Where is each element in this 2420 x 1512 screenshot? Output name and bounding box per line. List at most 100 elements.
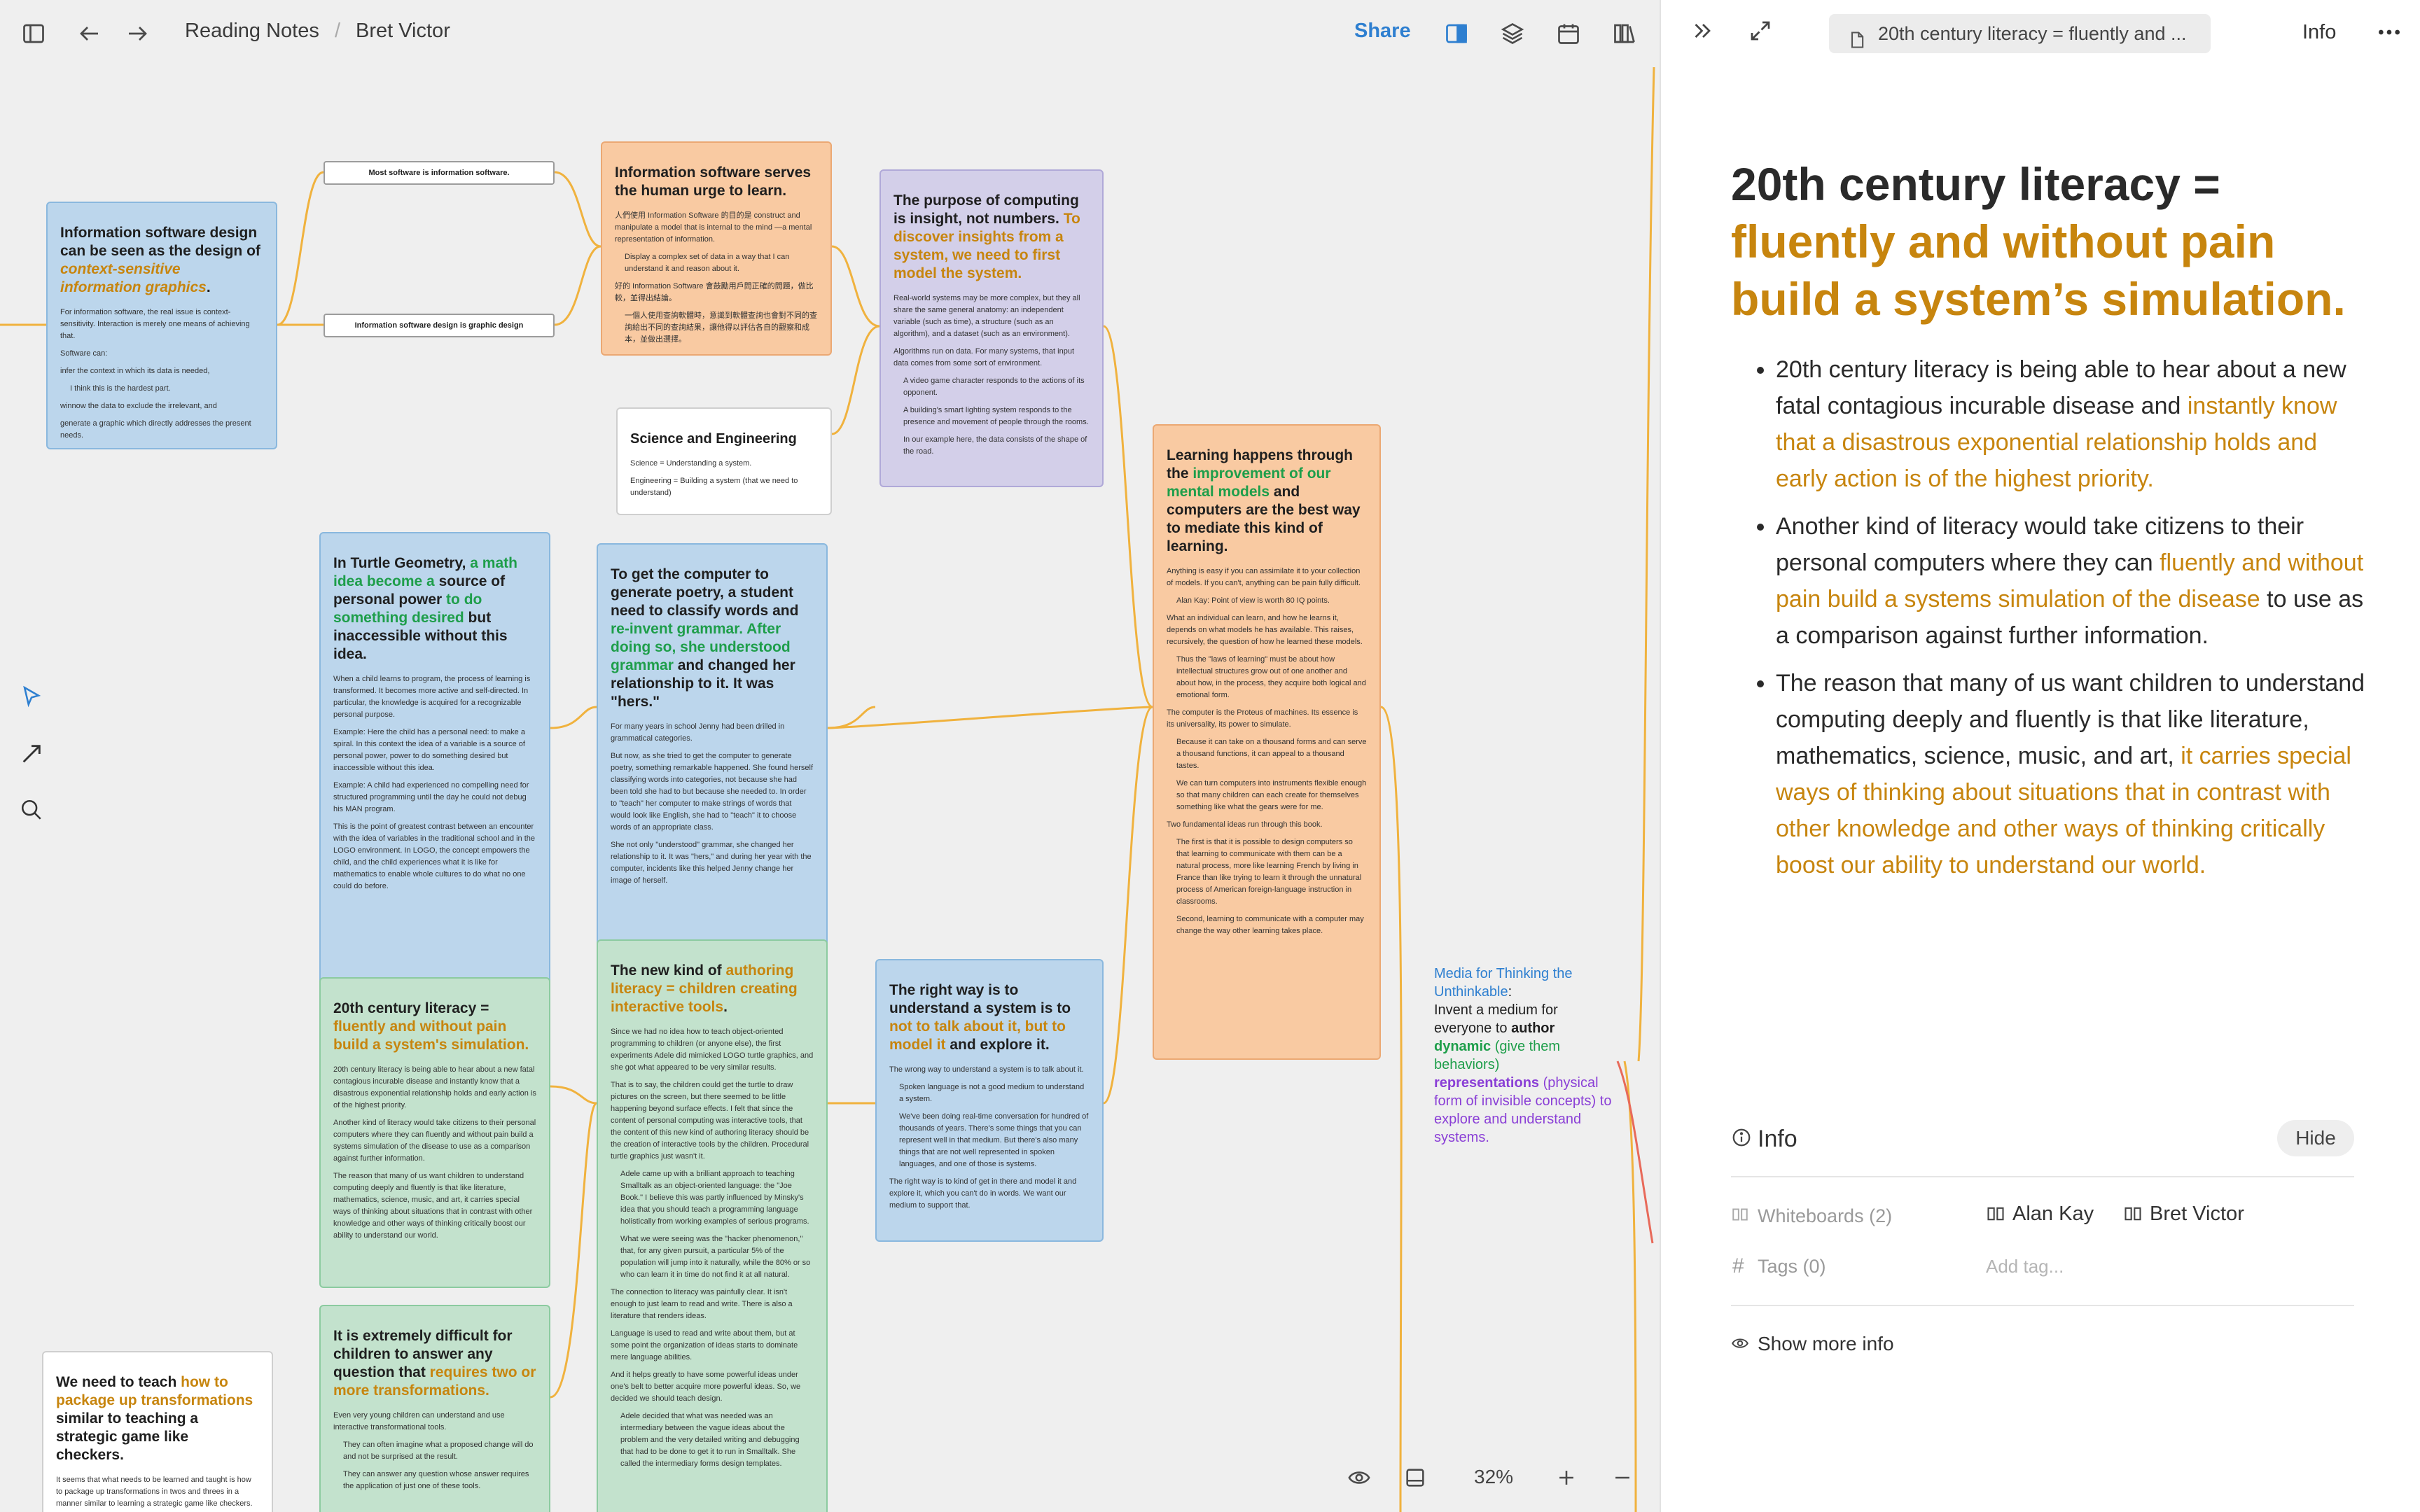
search-icon[interactable] — [20, 798, 43, 825]
divider — [1731, 1305, 2354, 1306]
forward-arrow-icon[interactable] — [122, 18, 153, 49]
card-title: The purpose of computing is insight, not… — [893, 192, 1090, 283]
card-bullet: generate a graphic which directly addres… — [60, 419, 251, 440]
card-bullet: I think this is the hardest part. — [70, 384, 171, 393]
connector-line — [831, 245, 880, 328]
eye-icon[interactable] — [1347, 1466, 1375, 1494]
bullet-item[interactable]: The reason that many of us want children… — [1776, 665, 2375, 883]
document-tab[interactable]: 20th century literacy = fluently and ... — [1829, 14, 2211, 53]
whiteboard-chip-label: Bret Victor — [2150, 1203, 2244, 1225]
hide-button[interactable]: Hide — [2277, 1120, 2354, 1156]
card-right-way[interactable]: The right way is to understand a system … — [875, 959, 1104, 1242]
media-link[interactable]: Media for Thinking the Unthinkable — [1434, 966, 1573, 1000]
card-learning[interactable]: Learning happens through the improvement… — [1153, 424, 1381, 1060]
card-info-design[interactable]: Information software design can be seen … — [46, 202, 277, 449]
media-text: author — [1511, 1021, 1555, 1036]
card-text: The wrong way to understand a system is … — [889, 1065, 1084, 1074]
card-title: Learning happens through the improvement… — [1167, 447, 1367, 556]
card-authoring-literacy[interactable]: The new kind of authoring literacy = chi… — [597, 939, 828, 1512]
card-human-urge[interactable]: Information software serves the human ur… — [601, 141, 832, 356]
card-package-transformations[interactable]: We need to teach how to package up trans… — [42, 1351, 273, 1512]
card-poetry[interactable]: To get the computer to generate poetry, … — [597, 543, 828, 981]
zoom-in-icon[interactable] — [1555, 1466, 1583, 1494]
card-science-engineering[interactable]: Science and Engineering Science = Unders… — [616, 407, 832, 515]
card-purpose-computing[interactable]: The purpose of computing is insight, not… — [879, 169, 1104, 487]
select-tool-icon[interactable] — [20, 685, 43, 712]
card-text: What we were seeing was the "hacker phen… — [620, 1235, 811, 1279]
share-button[interactable]: Share — [1354, 20, 1411, 43]
card-text: Science = Understanding a system. — [630, 459, 752, 468]
card-two-transformations[interactable]: It is extremely difficult for children t… — [319, 1305, 550, 1512]
pill-graphic-design[interactable]: Information software design is graphic d… — [324, 314, 555, 337]
breadcrumb-separator: / — [335, 20, 341, 42]
info-circle-icon — [1731, 1127, 1752, 1152]
card-turtle-geometry[interactable]: In Turtle Geometry, a math idea become a… — [319, 532, 550, 994]
card-title-part: similar to teaching a strategic game lik… — [56, 1410, 199, 1463]
calendar-icon[interactable] — [1553, 18, 1584, 49]
card-title-accent: context-sensitive information graphics — [60, 261, 207, 295]
card-title: 20th century literacy = fluently and wit… — [333, 1000, 536, 1054]
connector-tool-icon[interactable] — [20, 742, 43, 769]
zoom-level[interactable]: 32% — [1474, 1466, 1513, 1488]
pill-most-software[interactable]: Most software is information software. — [324, 161, 555, 185]
bullet-item[interactable]: Another kind of literacy would take citi… — [1776, 508, 2375, 654]
card-title-part: Information software design can be seen … — [60, 225, 260, 259]
card-title: Science and Engineering — [630, 431, 797, 447]
card-title-part: The new kind of — [611, 962, 726, 979]
card-text: Another kind of literacy would take citi… — [333, 1119, 536, 1163]
back-arrow-icon[interactable] — [74, 18, 105, 49]
card-text: In our example here, the data consists o… — [903, 435, 1087, 456]
card-title-part: To get the computer to generate poetry, … — [611, 566, 799, 619]
show-more-info-button[interactable]: Show more info — [1758, 1333, 1894, 1355]
card-text: Alan Kay: Point of view is worth 80 IQ p… — [1176, 596, 1330, 605]
whiteboard-canvas[interactable]: Information software design can be seen … — [0, 67, 1660, 1512]
document-tab-label: 20th century literacy = fluently and ... — [1878, 23, 2187, 44]
book-icon — [2125, 1207, 2141, 1221]
sidebar-toggle-icon[interactable] — [18, 18, 49, 49]
document-body: 20th century literacy is being able to h… — [1731, 351, 2375, 895]
fit-view-icon[interactable] — [1403, 1466, 1431, 1494]
card-title: The new kind of authoring literacy = chi… — [611, 962, 814, 1016]
card-literacy[interactable]: 20th century literacy = fluently and wit… — [319, 977, 550, 1288]
card-text: This is the point of greatest contrast b… — [333, 822, 536, 890]
add-tag-input[interactable]: Add tag... — [1986, 1256, 2064, 1278]
zoom-out-icon[interactable] — [1611, 1466, 1639, 1494]
card-text: Real-world systems may be more complex, … — [893, 294, 1080, 338]
whiteboard-chip[interactable]: Bret Victor — [2123, 1203, 2244, 1226]
card-text: The connection to literacy was painfully… — [611, 1288, 793, 1320]
card-text: 好的 Information Software 會鼓勵用戶問正確的問題，做比較，… — [615, 282, 814, 302]
card-text: We've been doing real-time conversation … — [899, 1112, 1089, 1168]
connector-line — [554, 245, 601, 326]
card-title-part: The purpose of computing is insight, not… — [893, 192, 1079, 227]
card-text: The computer is the Proteus of machines.… — [1167, 708, 1358, 729]
card-title: We need to teach how to package up trans… — [56, 1373, 259, 1464]
breadcrumb-notebook[interactable]: Reading Notes — [185, 20, 319, 43]
card-text: What an individual can learn, and how he… — [1167, 614, 1363, 646]
info-button[interactable]: Info — [2302, 21, 2336, 44]
card-text: Language is used to read and write about… — [611, 1329, 798, 1362]
connector-line — [550, 706, 597, 729]
connector-line — [1380, 706, 1403, 1512]
card-title-part: The right way is to understand a system … — [889, 982, 1071, 1016]
card-title-accent: fluently and without pain build a system… — [333, 1018, 529, 1053]
expand-icon[interactable] — [1748, 18, 1776, 46]
card-text: The first is that it is possible to desi… — [1176, 838, 1362, 906]
more-options-icon[interactable] — [2375, 18, 2403, 50]
collapse-panel-icon[interactable] — [1690, 18, 1718, 46]
card-text: A building's smart lighting system respo… — [903, 406, 1089, 426]
library-icon[interactable] — [1609, 18, 1640, 49]
right-panel-toggle-icon[interactable] — [1441, 18, 1472, 49]
whiteboard-chip[interactable]: Alan Kay — [1986, 1203, 2094, 1226]
card-title: It is extremely difficult for children t… — [333, 1327, 536, 1400]
card-text: 一個人使用查詢軟體時，意識到軟體查詢也會對不同的查詢給出不同的查詢結果，讓他得以… — [625, 312, 817, 344]
breadcrumb-page[interactable]: Bret Victor — [356, 20, 450, 43]
media-note[interactable]: Media for Thinking the Unthinkable: Inve… — [1434, 965, 1616, 1147]
card-text: Example: A child had experienced no comp… — [333, 781, 529, 813]
card-text: Display a complex set of data in a way t… — [625, 253, 790, 273]
layers-icon[interactable] — [1497, 18, 1528, 49]
card-text: It seems that what needs to be learned a… — [56, 1476, 253, 1508]
info-section-title: Info — [1758, 1126, 1797, 1152]
bullet-item[interactable]: 20th century literacy is being able to h… — [1776, 351, 2375, 497]
card-title-part: . — [206, 279, 211, 295]
card-title-part: 20th century literacy = — [333, 1000, 489, 1016]
